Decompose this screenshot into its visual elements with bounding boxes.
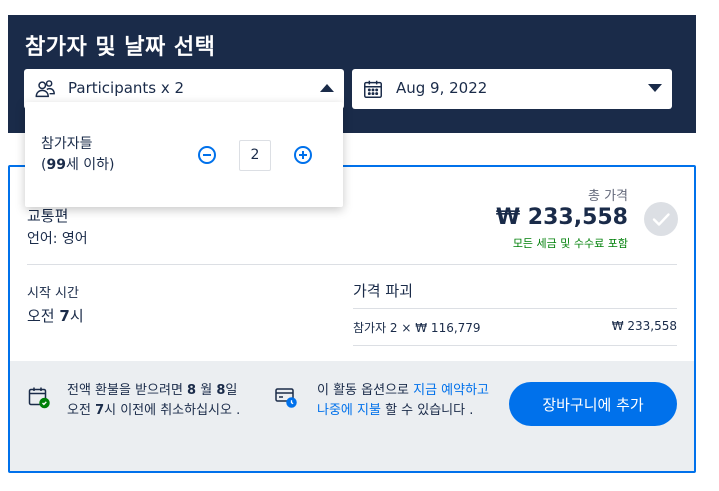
divider (353, 308, 677, 309)
calendar-check-icon (28, 387, 50, 409)
participants-dropdown: 참가자들 (99세 이하) 2 (25, 102, 343, 207)
participant-count[interactable]: 2 (239, 140, 271, 171)
refund-policy-text: 전액 환불을 받으려면 8 월 8일 오전 7시 이전에 취소하십시오 . (67, 383, 241, 418)
tax-note: 모든 세금 및 수수료 포함 (512, 237, 628, 250)
total-price-label: 총 가격 (587, 189, 628, 204)
reserve-now-text: 이 활동 옵션으로 지금 예약하고 나중에 지불 할 수 있습니다 . (317, 383, 490, 418)
caret-down-icon (648, 84, 662, 92)
participants-icon (35, 80, 55, 98)
participants-label: Participants x 2 (68, 79, 185, 97)
calendar-icon (364, 80, 382, 98)
breakdown-row-label: 참가자 2 × ₩ 116,779 (353, 321, 481, 335)
price-breakdown-title: 가격 파괴 (353, 282, 413, 300)
plus-icon[interactable] (294, 146, 312, 164)
option-card[interactable]: 교통편 언어: 영어 총 가격 ₩ 233,558 모든 세금 및 수수료 포함… (8, 165, 696, 473)
date-label: Aug 9, 2022 (396, 79, 488, 97)
select-option-button[interactable] (644, 202, 678, 236)
breakdown-row-price: ₩ 233,558 (611, 319, 677, 333)
card-clock-icon (275, 388, 297, 408)
add-to-cart-button[interactable]: 장바구니에 추가 (509, 382, 677, 426)
page-title: 참가자 및 날짜 선택 (25, 35, 216, 60)
start-time-value: 오전 7시 (27, 307, 84, 325)
check-icon (652, 213, 670, 226)
date-select[interactable]: Aug 9, 2022 (352, 69, 672, 109)
divider (27, 264, 677, 265)
booking-footer: 전액 환불을 받으려면 8 월 8일 오전 7시 이전에 취소하십시오 . 이 … (10, 361, 694, 471)
caret-up-icon (320, 84, 334, 92)
start-time-label: 시작 시간 (27, 286, 79, 301)
option-language: 언어: 영어 (27, 231, 88, 247)
total-price: ₩ 233,558 (495, 205, 628, 230)
divider (353, 345, 677, 346)
participant-age-range: (99세 이하) (41, 157, 115, 173)
participant-type-label: 참가자들 (41, 136, 93, 152)
option-name: 교통편 (27, 207, 69, 225)
minus-icon[interactable] (198, 146, 216, 164)
